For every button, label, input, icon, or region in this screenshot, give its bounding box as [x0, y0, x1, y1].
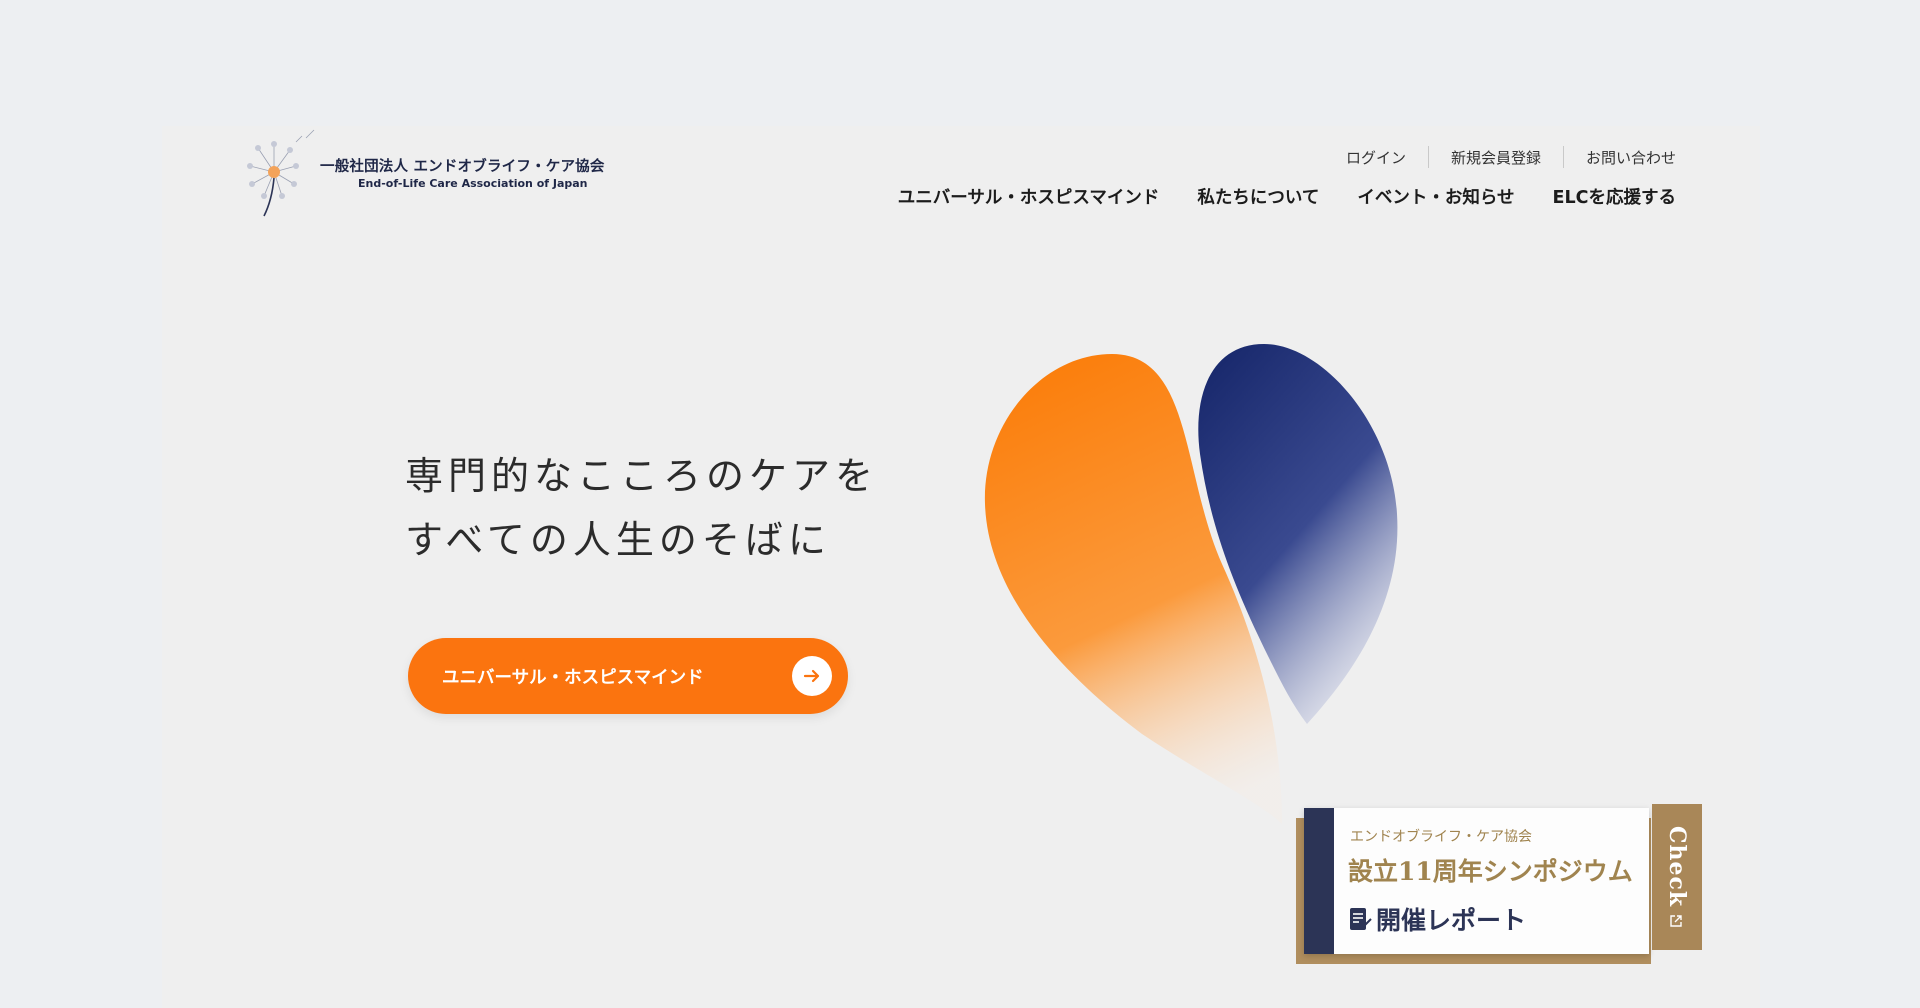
document-icon	[1350, 908, 1372, 930]
banner-title: 設立11周年シンポジウム	[1348, 857, 1633, 886]
nav-item-universal-hospice-mind[interactable]: ユニバーサル・ホスピスマインド	[898, 184, 1160, 209]
heart-illustration	[984, 344, 1398, 824]
nav-item-events-news[interactable]: イベント・お知らせ	[1357, 184, 1514, 209]
hero-cta-label: ユニバーサル・ホスピスマインド	[442, 667, 704, 688]
banner-report-label: 開催レポート	[1376, 906, 1527, 935]
page-frame: 一般社団法人 エンドオブライフ・ケア協会 End-of-Life Care As…	[162, 126, 1760, 1008]
banner-subtitle: エンドオブライフ・ケア協会	[1350, 829, 1532, 845]
logo-name-jp: 一般社団法人 エンドオブライフ・ケア協会	[320, 159, 605, 175]
register-link[interactable]: 新規会員登録	[1429, 147, 1563, 168]
hero-title: 専門的なこころのケアを すべての人生のそばに	[405, 444, 878, 572]
nav-item-support-elc[interactable]: ELCを応援する	[1553, 184, 1676, 209]
hero-cta-button[interactable]: ユニバーサル・ホスピスマインド	[408, 638, 848, 714]
nav-item-about-us[interactable]: 私たちについて	[1197, 184, 1319, 209]
banner-check-label: Check	[1664, 826, 1690, 908]
symposium-banner[interactable]: エンドオブライフ・ケア協会 設立11周年シンポジウム 開催レポート Check	[1288, 804, 1708, 964]
site-logo[interactable]: 一般社団法人 エンドオブライフ・ケア協会 End-of-Life Care As…	[246, 128, 606, 224]
hero-title-line2: すべての人生のそばに	[405, 518, 831, 562]
hero-title-line1: 専門的なこころのケアを	[405, 454, 879, 498]
dandelion-icon	[247, 129, 315, 217]
arrow-right-icon	[792, 656, 832, 696]
banner-report-line: 開催レポート	[1348, 901, 1526, 937]
banner-stripe	[1304, 808, 1334, 954]
login-link[interactable]: ログイン	[1324, 147, 1428, 168]
utility-nav: ログイン 新規会員登録 お問い合わせ	[1324, 146, 1676, 168]
external-link-icon	[1670, 915, 1682, 927]
logo-name-en: End-of-Life Care Association of Japan	[358, 177, 588, 190]
main-nav: ユニバーサル・ホスピスマインド 私たちについて イベント・お知らせ ELCを応援…	[898, 184, 1676, 209]
banner-check-tab[interactable]: Check	[1652, 804, 1702, 950]
contact-link[interactable]: お問い合わせ	[1564, 147, 1676, 168]
